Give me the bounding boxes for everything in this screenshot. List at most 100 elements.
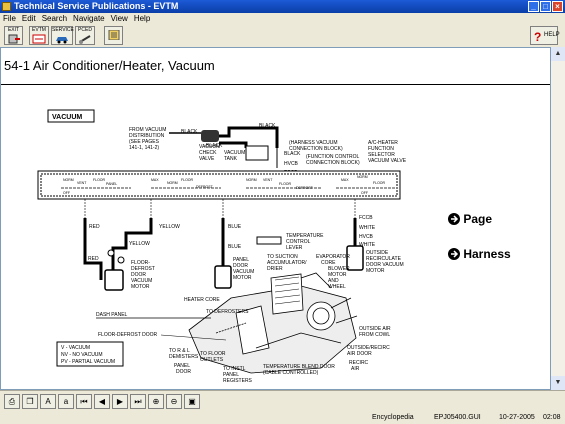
blue-label-1: BLUE (228, 224, 242, 230)
sw-off-1: OFF (63, 191, 70, 195)
font-larger-icon[interactable]: A (40, 394, 56, 409)
evtm-button[interactable]: EVTM (29, 26, 49, 45)
bottom-toolbar: ⎙ ❐ A a ⏮ ◀ ▶ ⏭ ⊕ ⊖ ▣ (0, 390, 565, 413)
prev-page-icon[interactable]: ◀ (94, 394, 110, 409)
suction-3: DRIER (267, 266, 283, 272)
window-title: Technical Service Publications - EVTM (14, 1, 179, 11)
menu-view[interactable]: View (108, 13, 131, 25)
notes-button[interactable] (104, 26, 123, 45)
page-link-label[interactable]: Page (463, 212, 492, 226)
blend-door-2: (CABLE CONTROLLED) (263, 370, 319, 376)
panel-motor-4: MOTOR (233, 275, 252, 281)
pced-label: PCED (78, 27, 92, 33)
maximize-button[interactable]: □ (540, 1, 551, 12)
legend-nv: NV - NO VACUUM (61, 352, 103, 358)
floor-outlets-2: OUTLETS (200, 357, 224, 363)
service-button[interactable]: SERVICE (51, 26, 74, 45)
font-smaller-icon[interactable]: a (58, 394, 74, 409)
harness-link[interactable]: Harness (448, 247, 511, 261)
menu-file[interactable]: File (0, 13, 19, 25)
check-valve-3: VALVE (199, 156, 215, 162)
car-icon (56, 37, 68, 44)
print-icon[interactable]: ⎙ (4, 394, 20, 409)
evtm-icon (32, 34, 46, 44)
floor-defrost-motor (104, 269, 124, 291)
pced-button[interactable]: PCED (75, 26, 95, 45)
app-icon (2, 2, 11, 11)
instl-registers-3: REGISTERS (223, 378, 253, 384)
help-button[interactable]: ? HELP (530, 26, 560, 45)
menu-edit[interactable]: Edit (19, 13, 39, 25)
page-link[interactable]: Page (448, 212, 492, 226)
status-file: EPJ05400.GUI (434, 414, 481, 421)
legend-v: V - VACUUM (61, 345, 90, 351)
status-encyclopedia: Encyclopedia (372, 414, 414, 421)
harness-link-label[interactable]: Harness (463, 247, 510, 261)
floor-defrost-door: FLOOR-DEFROST DOOR (98, 332, 157, 338)
sw-floor-1: FLOOR (93, 178, 106, 182)
harness-block-2: CONNECTION BLOCK) (289, 146, 343, 152)
hvcb-label-bottom: HVCB (359, 234, 374, 240)
sw-norm-3: NORM (246, 178, 257, 182)
service-label: SERVICE (52, 27, 74, 33)
vacuum-label: VACUUM (52, 114, 82, 121)
sw-floor-3: FLOOR (279, 182, 292, 186)
demisters-2: DEMISTERS (169, 354, 199, 360)
menu-search[interactable]: Search (39, 13, 70, 25)
scroll-down-icon[interactable]: ▼ (551, 376, 565, 390)
red-label-1: RED (89, 224, 100, 230)
close-button[interactable]: × (552, 1, 563, 12)
sw-max-1: MAX (151, 178, 159, 182)
sw-max-2: MAX (341, 178, 349, 182)
to-defrosters: TO DEFROSTERS (206, 309, 249, 315)
sw-vent-2: VENT (263, 178, 273, 182)
selector-valve-body (37, 170, 401, 200)
pced-icon (79, 35, 91, 44)
vacuum-tank-2: TANK (224, 156, 238, 162)
exit-button[interactable]: EXIT (4, 26, 23, 45)
sw-norm-1: NORM (63, 178, 74, 182)
exit-label: EXIT (7, 27, 20, 33)
outside-air-2: FROM COWL (359, 332, 390, 338)
arrow-right-icon (448, 248, 460, 260)
arrow-right-icon (448, 213, 460, 225)
fit-page-icon[interactable]: ▣ (184, 394, 200, 409)
minimize-button[interactable]: _ (528, 1, 539, 12)
sw-off-2: OFF (361, 191, 368, 195)
title-bar: Technical Service Publications - EVTM _ … (0, 0, 565, 13)
sw-defrost-1: DEFROST (196, 185, 214, 189)
from-vacuum-4: 141-1, 141-2) (129, 145, 159, 151)
black-label-1: BLACK (181, 129, 198, 135)
help-label: HELP (544, 32, 560, 38)
last-page-icon[interactable]: ⏭ (130, 394, 146, 409)
question-icon: ? (534, 30, 541, 42)
fccb-label-bottom: FCCB (359, 215, 373, 221)
copy-icon[interactable]: ❐ (22, 394, 38, 409)
zoom-in-icon[interactable]: ⊕ (148, 394, 164, 409)
zoom-out-icon[interactable]: ⊖ (166, 394, 182, 409)
recirc-motor-4: MOTOR (366, 268, 385, 274)
vertical-scrollbar[interactable]: ▲ ▼ (551, 47, 565, 390)
temp-lever (256, 236, 282, 245)
recirc-door-2: AIR DOOR (347, 351, 372, 357)
next-page-icon[interactable]: ▶ (112, 394, 128, 409)
exit-icon (8, 34, 20, 44)
floor-motor-5: MOTOR (131, 284, 150, 290)
status-time: 02:08 (543, 414, 561, 421)
scroll-up-icon[interactable]: ▲ (551, 47, 565, 61)
sw-floor-4: FLOOR (373, 181, 386, 185)
menu-navigate[interactable]: Navigate (70, 13, 108, 25)
recirc-air-2: AIR (351, 366, 360, 372)
menu-help[interactable]: Help (131, 13, 153, 25)
panel-door-2: DOOR (176, 369, 191, 375)
panel-door-motor (214, 265, 232, 289)
blower-4: WHEEL (328, 284, 346, 290)
check-valve (201, 130, 219, 142)
sw-floor-2: FLOOR (181, 178, 194, 182)
first-page-icon[interactable]: ⏮ (76, 394, 92, 409)
white-label-1: WHITE (359, 225, 376, 231)
hvcb-label-top: HVCB (284, 161, 299, 167)
temp-lever-3: LEVER (286, 245, 303, 251)
status-date: 10-27-2005 (499, 414, 535, 421)
sw-panel-1: PANEL (106, 182, 117, 186)
